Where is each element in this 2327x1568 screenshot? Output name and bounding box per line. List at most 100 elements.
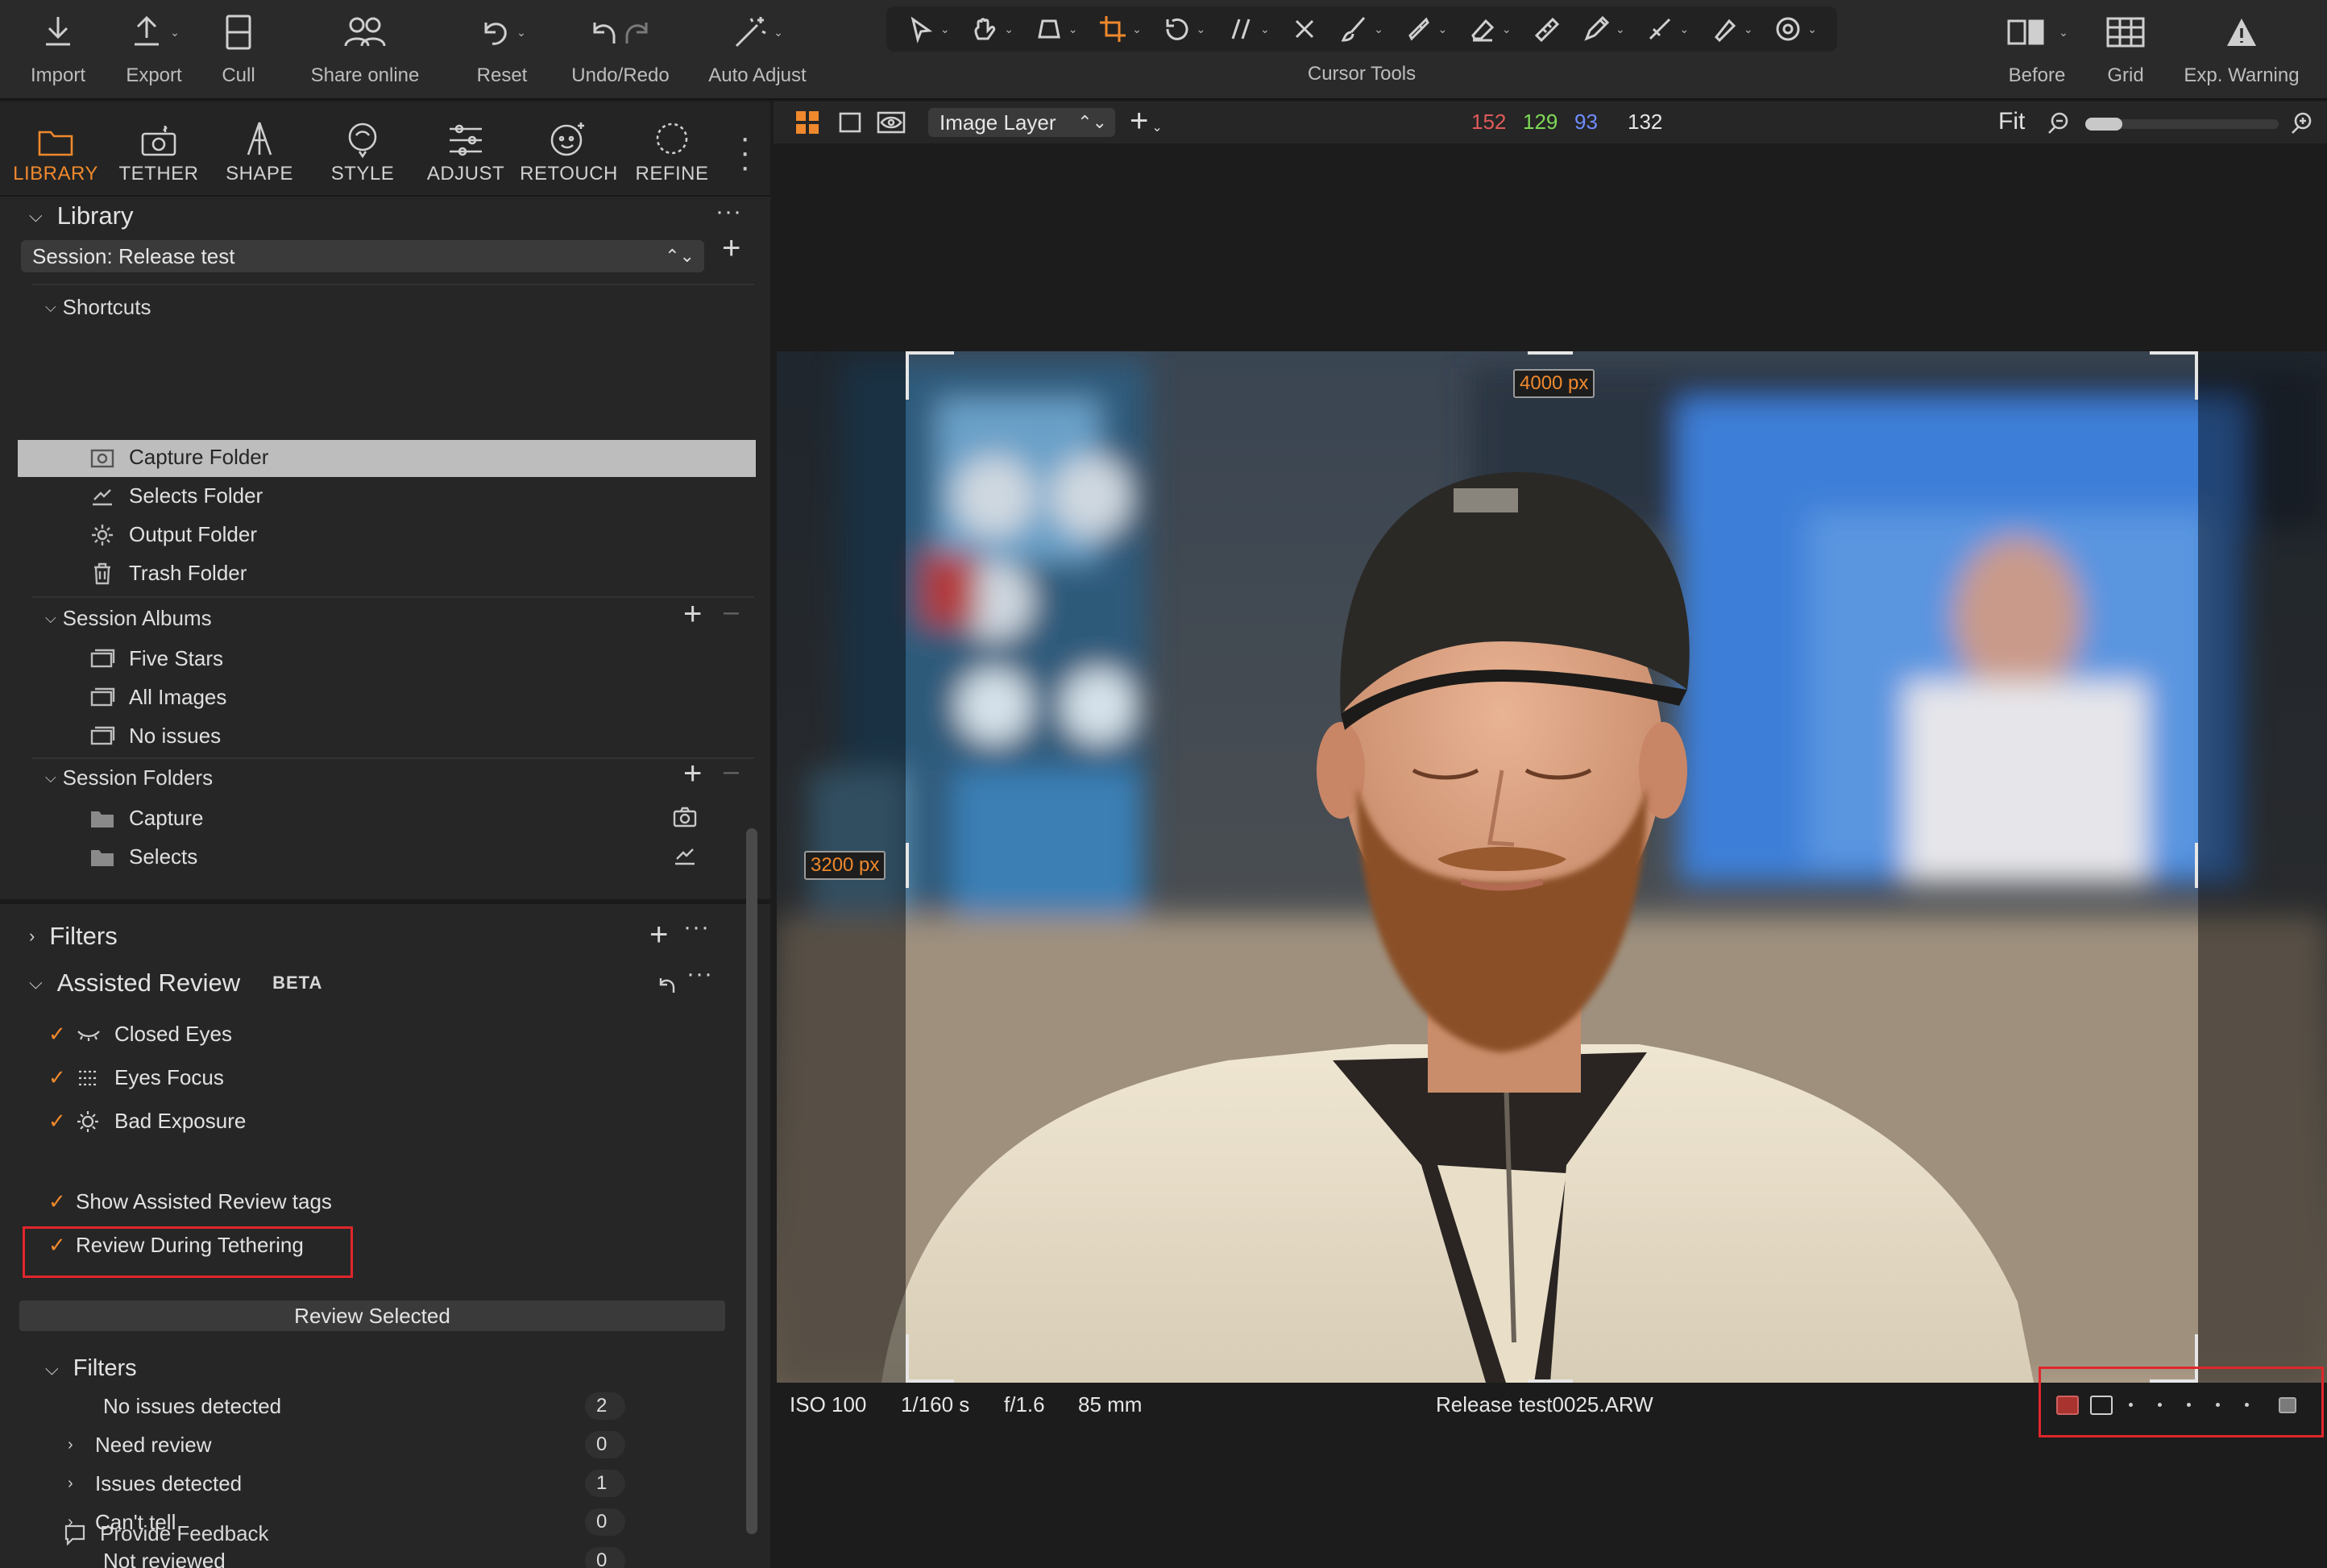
session-folder-selects[interactable]: Selects (89, 844, 197, 869)
grid-view-icon[interactable] (794, 110, 820, 135)
session-folders-header[interactable]: ⌵ Session Folders (45, 765, 213, 790)
chevron-right-icon[interactable]: › (68, 1475, 95, 1493)
add-filter-button[interactable]: + (649, 917, 668, 953)
ruler-tool[interactable] (1532, 15, 1561, 44)
pen-tool[interactable]: ⌄ (1582, 15, 1625, 44)
crop-handle-bottom-left[interactable] (906, 1334, 954, 1383)
selects-folder-icon (675, 848, 695, 865)
crop-handle-bottom[interactable] (1528, 1379, 1573, 1383)
check-show-assisted-review-tags[interactable]: ✓ Show Assisted Review tags (48, 1189, 332, 1214)
assisted-filters-header[interactable]: ⌵ Filters (45, 1355, 137, 1382)
chevron-down-icon: ⌵ (29, 973, 43, 993)
heal-tool[interactable]: ⌄ (1645, 15, 1689, 44)
crop-handle-left[interactable] (906, 843, 909, 888)
library-header[interactable]: ⌵ Library (29, 201, 133, 230)
tab-style[interactable]: STYLE (322, 102, 403, 197)
tab-tether[interactable]: TETHER (114, 102, 203, 197)
zoom-in-icon[interactable] (2290, 111, 2314, 135)
delete-mask-tool[interactable] (1290, 15, 1319, 44)
picker-tool[interactable]: ⌄ (1710, 15, 1753, 44)
star-rating-dot[interactable] (2158, 1403, 2162, 1407)
left-panel-scrollbar[interactable] (746, 828, 757, 1534)
single-view-icon[interactable] (838, 111, 862, 134)
status-square-icon[interactable] (2279, 1397, 2296, 1413)
shortcut-output-folder[interactable]: Output Folder (89, 522, 257, 547)
remove-folder-button[interactable]: – (724, 756, 739, 787)
crop-handle-right[interactable] (2195, 843, 2198, 888)
star-rating-dot[interactable] (2187, 1403, 2191, 1407)
pan-tool[interactable]: ⌄ (970, 15, 1014, 44)
filters-more-icon[interactable]: ··· (683, 914, 710, 941)
exposure-warning-button[interactable]: Exp. Warning (2176, 0, 2308, 100)
export-button[interactable]: ⌄ Export (118, 0, 190, 100)
star-rating-dot[interactable] (2129, 1403, 2133, 1407)
select-tool[interactable]: ⌄ (906, 15, 950, 44)
shortcut-capture-folder[interactable]: Capture Folder (89, 445, 268, 470)
chevron-down-icon: ⌄ (1616, 22, 1625, 35)
session-folder-capture[interactable]: Capture (89, 806, 204, 831)
preview-eye-icon[interactable] (877, 111, 906, 134)
zoom-slider-handle[interactable] (2085, 118, 2122, 131)
undo-redo-button[interactable]: Undo/Redo (564, 0, 677, 100)
share-online-button[interactable]: Share online (305, 0, 425, 100)
auto-adjust-button[interactable]: ⌄ Auto Adjust (703, 0, 812, 100)
shortcuts-header[interactable]: ⌵ Shortcuts (45, 295, 151, 320)
layer-select[interactable]: Image Layer ⌃⌄ (928, 108, 1115, 137)
tab-shape[interactable]: SHAPE (219, 102, 300, 197)
keystone-tool[interactable]: ⌄ (1035, 15, 1077, 44)
crop-handle-top-left[interactable] (906, 351, 954, 400)
rotate-tool[interactable]: ⌄ (1163, 15, 1205, 44)
brush-tool[interactable]: ⌄ (1340, 15, 1383, 44)
shortcut-selects-folder[interactable]: Selects Folder (89, 483, 263, 508)
review-selected-button[interactable]: Review Selected (19, 1300, 725, 1331)
tab-refine[interactable]: REFINE (632, 102, 712, 197)
gradient-brush-tool[interactable]: ⌄ (1404, 15, 1447, 44)
album-no-issues[interactable]: No issues (89, 724, 221, 749)
color-tag-icon[interactable] (2090, 1396, 2113, 1415)
zoom-out-icon[interactable] (2047, 111, 2071, 135)
before-button[interactable]: ⌄ Before (1997, 0, 2077, 100)
reset-icon[interactable] (656, 975, 678, 996)
import-button[interactable]: Import (23, 0, 93, 100)
assisted-review-more-icon[interactable]: ··· (686, 960, 713, 988)
check-bad-exposure[interactable]: ✓ Bad Exposure (48, 1109, 246, 1134)
color-picker-tool[interactable]: ⌄ (1773, 15, 1817, 44)
crop-handle-top[interactable] (1528, 351, 1573, 355)
session-albums-header[interactable]: ⌵ Session Albums (45, 606, 212, 631)
straighten-tool[interactable]: ⌄ (1226, 15, 1270, 44)
add-session-button[interactable]: + (722, 230, 740, 267)
add-album-button[interactable]: + (683, 596, 702, 633)
reset-button[interactable]: ⌄ Reset (472, 0, 532, 100)
photo-canvas[interactable]: 4000 px 3200 px (777, 351, 2327, 1383)
shortcut-trash-folder[interactable]: Trash Folder (89, 561, 247, 586)
assisted-review-tag-icon[interactable] (2056, 1396, 2079, 1415)
zoom-fit-button[interactable]: Fit (1998, 108, 2025, 135)
grid-button[interactable]: Grid (2100, 0, 2151, 100)
check-review-during-tethering[interactable]: ✓ Review During Tethering (48, 1233, 304, 1258)
library-more-icon[interactable]: ··· (716, 198, 742, 226)
star-rating-dot[interactable] (2216, 1403, 2220, 1407)
filters-header[interactable]: › Filters (29, 922, 118, 951)
album-five-stars[interactable]: Five Stars (89, 646, 223, 671)
tab-library[interactable]: LIBRARY (11, 102, 100, 197)
remove-album-button[interactable]: – (724, 596, 739, 628)
add-layer-button[interactable]: + ⌄ (1130, 103, 1163, 139)
tab-retouch[interactable]: RETOUCH (520, 102, 617, 197)
crop-handle-top-right[interactable] (2150, 351, 2198, 400)
chevron-down-icon: ⌵ (45, 1358, 59, 1379)
session-select[interactable]: Session: Release test ⌃⌄ (21, 240, 704, 272)
cull-button[interactable]: Cull (214, 0, 263, 100)
tab-adjust[interactable]: ADJUST (424, 102, 508, 197)
check-closed-eyes[interactable]: ✓ Closed Eyes (48, 1022, 232, 1047)
assisted-review-header[interactable]: ⌵ Assisted Review BETA (29, 969, 322, 998)
check-eyes-focus[interactable]: ✓ Eyes Focus (48, 1065, 224, 1090)
eraser-tool[interactable]: ⌄ (1468, 15, 1512, 44)
tabs-more-icon[interactable]: · · · (740, 122, 750, 183)
album-all-images[interactable]: All Images (89, 685, 226, 710)
provide-feedback-link[interactable]: Provide Feedback (63, 1521, 269, 1546)
crop-tool[interactable]: ⌄ (1098, 15, 1142, 44)
star-rating-dot[interactable] (2245, 1403, 2249, 1407)
add-folder-button[interactable]: + (683, 756, 702, 792)
export-icon (135, 15, 160, 46)
chevron-right-icon[interactable]: › (68, 1436, 95, 1454)
